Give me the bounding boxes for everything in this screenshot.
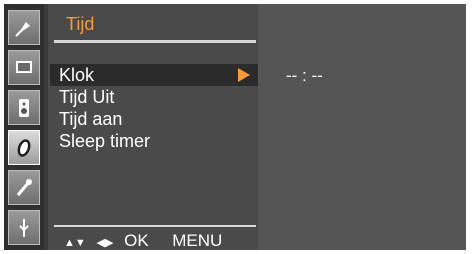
ok-label: OK bbox=[124, 231, 149, 250]
clock-value: -- : -- bbox=[286, 66, 323, 85]
menu-item-label: Klok bbox=[59, 65, 95, 85]
menu-item-label: Tijd aan bbox=[59, 109, 123, 129]
tools-icon[interactable] bbox=[8, 170, 40, 205]
speaker-icon[interactable] bbox=[8, 90, 40, 125]
bottom-divider bbox=[54, 225, 256, 227]
menu-item-tijd-uit[interactable]: Tijd Uit bbox=[50, 86, 258, 108]
menu-item-sleep-timer[interactable]: Sleep timer bbox=[50, 130, 258, 152]
input-icon[interactable] bbox=[8, 210, 40, 245]
screen-icon[interactable] bbox=[8, 50, 40, 85]
title-divider bbox=[54, 40, 256, 43]
nav-hint-bar: ▲▼ ◀▶ OK MENU bbox=[64, 231, 222, 251]
category-icon-bar bbox=[4, 4, 44, 250]
antenna-icon[interactable] bbox=[8, 10, 40, 45]
value-panel bbox=[258, 4, 466, 250]
osd-screen: Tijd Klok Tijd Uit Tijd aan Sleep timer … bbox=[0, 0, 472, 254]
leftright-arrows-icon: ◀▶ bbox=[96, 237, 114, 249]
menu-label: MENU bbox=[172, 231, 223, 250]
updown-arrows-icon: ▲▼ bbox=[64, 237, 86, 249]
submenu-arrow-icon bbox=[238, 68, 250, 82]
menu-title: Tijd bbox=[66, 14, 95, 34]
clock-icon[interactable] bbox=[8, 130, 40, 165]
menu-item-klok[interactable]: Klok bbox=[50, 64, 258, 86]
menu-item-label: Sleep timer bbox=[59, 131, 151, 151]
menu-item-tijd-aan[interactable]: Tijd aan bbox=[50, 108, 258, 130]
menu-item-label: Tijd Uit bbox=[59, 87, 115, 107]
